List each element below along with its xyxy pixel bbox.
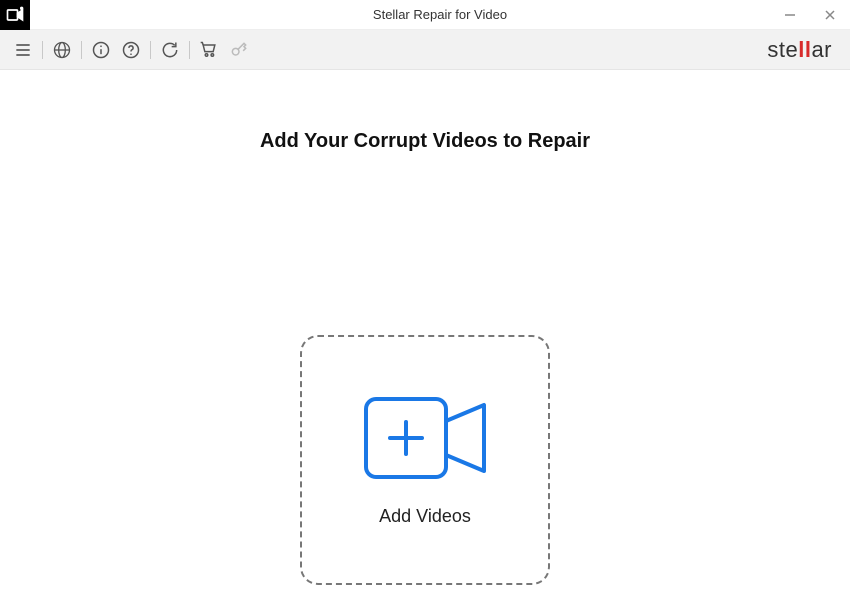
- add-videos-dropzone[interactable]: Add Videos: [300, 335, 550, 585]
- help-button[interactable]: [116, 35, 146, 65]
- add-video-camera-icon: [360, 393, 490, 488]
- main-content: Add Your Corrupt Videos to Repair Add Vi…: [0, 130, 850, 600]
- close-button[interactable]: [810, 0, 850, 30]
- page-heading: Add Your Corrupt Videos to Repair: [0, 130, 850, 153]
- toolbar: stellar: [0, 30, 850, 70]
- titlebar: Stellar Repair for Video: [0, 0, 850, 30]
- window-controls: [770, 0, 850, 30]
- app-icon: [0, 0, 30, 30]
- activate-button[interactable]: [224, 35, 254, 65]
- separator: [42, 41, 43, 59]
- language-button[interactable]: [47, 35, 77, 65]
- menu-button[interactable]: [8, 35, 38, 65]
- info-button[interactable]: [86, 35, 116, 65]
- brand-logo: stellar: [767, 37, 842, 63]
- minimize-button[interactable]: [770, 0, 810, 30]
- separator: [150, 41, 151, 59]
- logo-text-suffix: ar: [811, 37, 832, 62]
- dropzone-label: Add Videos: [379, 506, 471, 527]
- separator: [81, 41, 82, 59]
- cart-button[interactable]: [194, 35, 224, 65]
- separator: [189, 41, 190, 59]
- logo-text-mid: ll: [798, 37, 811, 62]
- logo-text-prefix: ste: [767, 37, 798, 62]
- refresh-button[interactable]: [155, 35, 185, 65]
- window-title: Stellar Repair for Video: [30, 7, 850, 22]
